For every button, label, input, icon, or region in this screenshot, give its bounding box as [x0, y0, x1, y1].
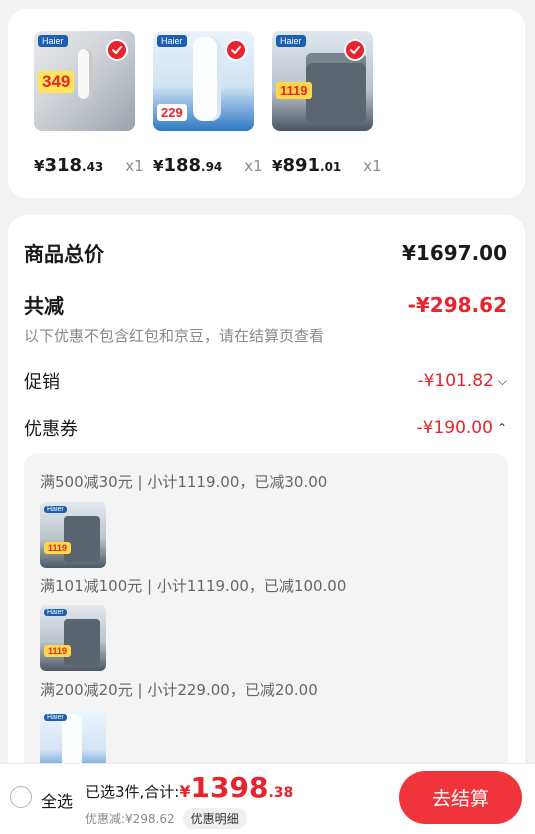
- coupon-rule-line: 满101减100元 | 小计1119.00，已减100.00: [40, 575, 346, 596]
- promo-value: -¥101.82: [417, 371, 494, 391]
- currency-symbol: ¥: [272, 157, 283, 175]
- item-quantity: x1: [244, 157, 263, 175]
- divider: |: [137, 473, 148, 491]
- coupon-subtotal: 小计229.00，已减20.00: [147, 681, 318, 699]
- check-icon: [225, 39, 247, 61]
- image-price-tag: 1119: [44, 645, 72, 657]
- goods-total-row: 商品总价 ¥1697.00: [24, 238, 507, 267]
- image-price-tag: 1119: [276, 82, 312, 99]
- item-quantity: x1: [125, 157, 144, 175]
- coupon-rule-line: 满500减30元 | 小计1119.00，已减30.00: [40, 471, 327, 492]
- coupon-label: 优惠券: [24, 419, 78, 440]
- brand-logo: Haier: [44, 609, 67, 616]
- coupon-value-group: -¥190.00 ⌃: [417, 418, 508, 438]
- discount-line: 优惠减:¥298.62 优惠明细: [85, 808, 247, 829]
- selected-items-card: Haier 349 ¥ 318 .43 x1 Haier 229 ¥ 188 .…: [8, 9, 525, 198]
- checkout-button[interactable]: 去结算: [399, 771, 522, 824]
- total-line: 已选3件,合计: ¥ 1398 .38: [85, 774, 293, 802]
- promo-label: 促销: [24, 372, 60, 393]
- brand-logo: Haier: [276, 35, 306, 47]
- brand-logo: Haier: [157, 35, 187, 47]
- product-image[interactable]: Haier 229: [153, 31, 254, 131]
- item-price-row: ¥ 318 .43 x1: [34, 155, 152, 176]
- select-all-label[interactable]: 全选: [41, 788, 73, 812]
- discount-detail-button[interactable]: 优惠明细: [182, 808, 247, 829]
- purifier-graphic: [193, 37, 221, 121]
- chevron-up-icon[interactable]: ⌃: [497, 421, 507, 435]
- item-price-row: ¥ 188 .94 x1: [153, 155, 271, 176]
- coupon-row[interactable]: 优惠券 -¥190.00 ⌃: [24, 415, 507, 441]
- selected-items-list: Haier 349 ¥ 318 .43 x1 Haier 229 ¥ 188 .…: [34, 31, 382, 176]
- total-decimal: .38: [268, 785, 294, 801]
- goods-total-label: 商品总价: [24, 242, 104, 266]
- brand-logo: Haier: [44, 714, 67, 721]
- total-currency: ¥: [179, 782, 191, 801]
- coupon-rule: 满200减20元: [40, 681, 133, 699]
- discount-amount: 优惠减:¥298.62: [85, 812, 175, 826]
- washer-graphic: [306, 53, 366, 123]
- price-decimal: .94: [201, 160, 223, 174]
- goods-total-value: ¥1697.00: [401, 240, 507, 265]
- coupon-subtotal: 小计1119.00，已减30.00: [147, 473, 328, 491]
- chevron-down-icon[interactable]: ⌵: [498, 374, 507, 389]
- select-all-radio[interactable]: [10, 786, 32, 808]
- item-quantity: x1: [363, 157, 382, 175]
- divider: |: [147, 577, 157, 595]
- item-water-purifier[interactable]: Haier 229 ¥ 188 .94 x1: [153, 31, 263, 176]
- discount-note: 以下优惠不包含红包和京豆，请在结算页查看: [24, 327, 325, 345]
- image-price-tag: 349: [38, 71, 75, 93]
- product-image[interactable]: Haier 1119: [272, 31, 373, 131]
- item-price-row: ¥ 891 .01 x1: [272, 155, 390, 176]
- checkout-bar: 全选 已选3件,合计: ¥ 1398 .38 优惠减:¥298.62 优惠明细 …: [0, 763, 535, 834]
- total-reduce-value: -¥298.62: [407, 292, 507, 317]
- currency-symbol: ¥: [34, 157, 45, 175]
- price-integer: 891: [282, 155, 321, 176]
- total-reduce-label: 共减: [24, 294, 64, 318]
- washer-graphic: [64, 619, 100, 665]
- coupon-product-thumb[interactable]: Haier 1119: [40, 502, 106, 568]
- price-decimal: .43: [82, 160, 104, 174]
- coupon-subtotal: 小计1119.00，已减100.00: [156, 577, 347, 595]
- check-icon: [344, 39, 366, 61]
- coupon-value: -¥190.00: [416, 418, 493, 438]
- image-price-tag: 229: [157, 104, 187, 121]
- coupon-rule: 满101减100元: [40, 577, 143, 595]
- price-decimal: .01: [320, 160, 342, 174]
- item-faucet-purifier[interactable]: Haier 349 ¥ 318 .43 x1: [34, 31, 144, 176]
- washer-graphic: [64, 516, 100, 562]
- promo-row[interactable]: 促销 -¥101.82 ⌵: [24, 368, 507, 394]
- coupon-detail-panel: 满500减30元 | 小计1119.00，已减30.00 Haier 1119 …: [24, 453, 508, 783]
- selected-count: 已选3件,合计:: [85, 783, 180, 801]
- coupon-rule-line: 满200减20元 | 小计229.00，已减20.00: [40, 679, 318, 700]
- price-integer: 188: [163, 155, 202, 176]
- total-reduce-row: 共减 -¥298.62: [24, 290, 507, 319]
- faucet-graphic: [78, 49, 92, 99]
- product-image[interactable]: Haier 349: [34, 31, 135, 131]
- image-price-tag: 1119: [44, 542, 72, 554]
- currency-symbol: ¥: [153, 157, 164, 175]
- brand-logo: Haier: [44, 506, 67, 513]
- coupon-product-thumb[interactable]: Haier 1119: [40, 605, 106, 671]
- price-integer: 318: [44, 155, 83, 176]
- total-integer: 1398: [190, 771, 269, 804]
- item-washing-machine[interactable]: Haier 1119 ¥ 891 .01 x1: [272, 31, 382, 176]
- brand-logo: Haier: [38, 35, 68, 47]
- divider: |: [137, 681, 148, 699]
- promo-value-group: -¥101.82 ⌵: [417, 371, 507, 391]
- coupon-rule: 满500减30元: [40, 473, 133, 491]
- check-icon: [106, 39, 128, 61]
